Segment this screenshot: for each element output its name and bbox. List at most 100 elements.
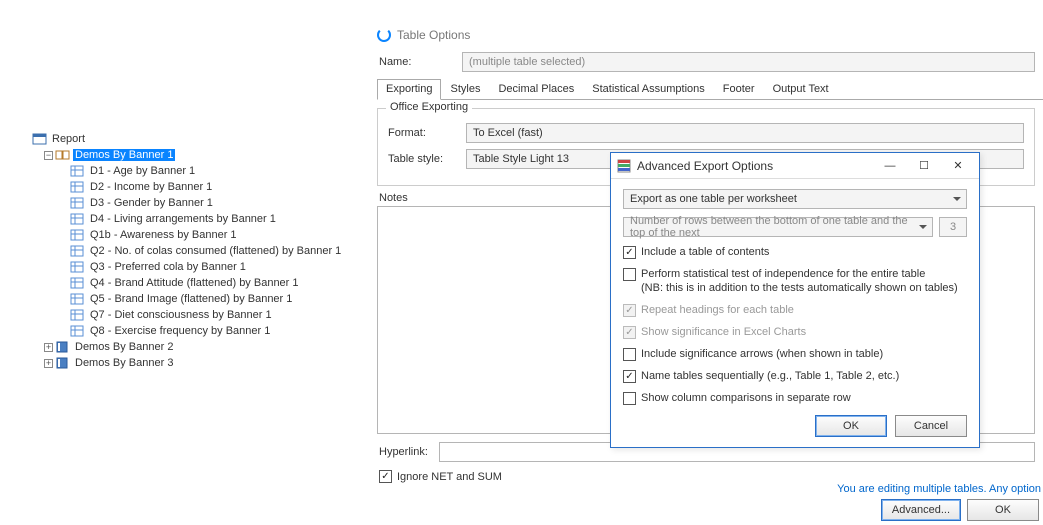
close-button[interactable]: ✕ <box>941 156 975 176</box>
loading-icon <box>377 28 391 42</box>
tree-item[interactable]: Q3 - Preferred cola by Banner 1 <box>32 259 377 275</box>
tree-node-label: Demos By Banner 3 <box>73 357 175 369</box>
book-closed-icon <box>55 340 71 354</box>
ok-button[interactable]: OK <box>967 499 1039 521</box>
tree-node-demos-2[interactable]: + Demos By Banner 2 <box>32 339 377 355</box>
pane-title: Table Options <box>397 28 470 42</box>
tab-statistical[interactable]: Statistical Assumptions <box>583 79 714 100</box>
tree-node-demos-3[interactable]: + Demos By Banner 3 <box>32 355 377 371</box>
advanced-button[interactable]: Advanced... <box>881 499 961 521</box>
tree-item-label: D4 - Living arrangements by Banner 1 <box>88 213 278 225</box>
table-icon <box>70 244 86 258</box>
repeat-headings-row: Repeat headings for each table <box>623 303 967 317</box>
rows-between-value: Number of rows between the bottom of one… <box>630 215 914 239</box>
dialog-cancel-label: Cancel <box>914 420 948 432</box>
ok-button-label: OK <box>995 504 1011 516</box>
tree-item[interactable]: D3 - Gender by Banner 1 <box>32 195 377 211</box>
include-toc-row[interactable]: Include a table of contents <box>623 245 967 259</box>
name-sequentially-checkbox[interactable] <box>623 370 636 383</box>
table-icon <box>70 324 86 338</box>
dialog-titlebar[interactable]: Advanced Export Options — ☐ ✕ <box>611 153 979 179</box>
repeat-headings-checkbox <box>623 304 636 317</box>
rows-between-combo[interactable]: Number of rows between the bottom of one… <box>623 217 933 237</box>
table-icon <box>70 260 86 274</box>
book-open-icon <box>55 148 71 162</box>
tab-exporting[interactable]: Exporting <box>377 79 441 100</box>
column-comparisons-checkbox[interactable] <box>623 392 636 405</box>
tree-node-demos-1[interactable]: − Demos By Banner 1 <box>32 147 377 163</box>
tree-item-label: Q2 - No. of colas consumed (flattened) b… <box>88 245 343 257</box>
report-tree: Report − Demos By Banner 1 D1 - Age by B… <box>0 0 377 525</box>
expander-minus-icon[interactable]: − <box>44 151 53 160</box>
name-sequentially-label: Name tables sequentially (e.g., Table 1,… <box>641 369 899 383</box>
statistical-test-checkbox[interactable] <box>623 268 636 281</box>
status-text: You are editing multiple tables. Any opt… <box>837 483 1043 495</box>
minimize-button[interactable]: — <box>873 156 907 176</box>
include-toc-checkbox[interactable] <box>623 246 636 259</box>
tab-output[interactable]: Output Text <box>764 79 838 100</box>
tree-node-label: Demos By Banner 2 <box>73 341 175 353</box>
table-icon <box>70 228 86 242</box>
tab-strip: Exporting Styles Decimal Places Statisti… <box>377 78 1043 100</box>
export-mode-combo[interactable]: Export as one table per worksheet <box>623 189 967 209</box>
name-value: (multiple table selected) <box>469 56 585 68</box>
tree-root-report[interactable]: Report <box>32 131 377 147</box>
tree-node-label: Demos By Banner 1 <box>73 149 175 161</box>
name-label: Name: <box>377 56 462 68</box>
column-comparisons-label: Show column comparisons in separate row <box>641 391 851 405</box>
table-icon <box>70 292 86 306</box>
expander-plus-icon[interactable]: + <box>44 343 53 352</box>
tree-item[interactable]: Q4 - Brand Attitude (flattened) by Banne… <box>32 275 377 291</box>
format-value: To Excel (fast) <box>473 127 543 139</box>
rows-between-number[interactable]: 3 <box>939 217 967 237</box>
advanced-button-label: Advanced... <box>892 504 950 516</box>
tab-styles[interactable]: Styles <box>441 79 489 100</box>
ignore-net-sum-label: Ignore NET and SUM <box>397 471 502 483</box>
ignore-net-sum-checkbox[interactable] <box>379 470 392 483</box>
tree-item[interactable]: Q1b - Awareness by Banner 1 <box>32 227 377 243</box>
table-style-label: Table style: <box>388 153 466 165</box>
dialog-cancel-button[interactable]: Cancel <box>895 415 967 437</box>
ignore-net-sum-row[interactable]: Ignore NET and SUM <box>379 470 1043 483</box>
rows-between-num-value: 3 <box>950 221 956 233</box>
significance-arrows-label: Include significance arrows (when shown … <box>641 347 883 361</box>
table-icon <box>70 308 86 322</box>
expander-plus-icon[interactable]: + <box>44 359 53 368</box>
tree-item[interactable]: D4 - Living arrangements by Banner 1 <box>32 211 377 227</box>
statistical-test-row[interactable]: Perform statistical test of independence… <box>623 267 967 295</box>
dialog-icon <box>617 159 631 173</box>
tab-footer[interactable]: Footer <box>714 79 764 100</box>
table-style-value: Table Style Light 13 <box>473 153 569 165</box>
maximize-button[interactable]: ☐ <box>907 156 941 176</box>
tab-decimal[interactable]: Decimal Places <box>489 79 583 100</box>
show-significance-checkbox <box>623 326 636 339</box>
advanced-export-dialog: Advanced Export Options — ☐ ✕ Export as … <box>610 152 980 448</box>
name-field[interactable]: (multiple table selected) <box>462 52 1035 72</box>
group-title: Office Exporting <box>386 101 472 113</box>
format-combo[interactable]: To Excel (fast) <box>466 123 1024 143</box>
significance-arrows-checkbox[interactable] <box>623 348 636 361</box>
tree-item[interactable]: D2 - Income by Banner 1 <box>32 179 377 195</box>
significance-arrows-row[interactable]: Include significance arrows (when shown … <box>623 347 967 361</box>
tree-item-label: Q4 - Brand Attitude (flattened) by Banne… <box>88 277 301 289</box>
tree-item-label: D2 - Income by Banner 1 <box>88 181 214 193</box>
include-toc-label: Include a table of contents <box>641 245 769 259</box>
table-icon <box>70 212 86 226</box>
tree-item-label: D1 - Age by Banner 1 <box>88 165 197 177</box>
book-closed-icon <box>55 356 71 370</box>
dialog-ok-label: OK <box>843 420 859 432</box>
tree-item-label: Q1b - Awareness by Banner 1 <box>88 229 239 241</box>
show-significance-row: Show significance in Excel Charts <box>623 325 967 339</box>
dialog-ok-button[interactable]: OK <box>815 415 887 437</box>
name-sequentially-row[interactable]: Name tables sequentially (e.g., Table 1,… <box>623 369 967 383</box>
repeat-headings-label: Repeat headings for each table <box>641 303 794 317</box>
tree-item[interactable]: Q7 - Diet consciousness by Banner 1 <box>32 307 377 323</box>
tree-item[interactable]: Q5 - Brand Image (flattened) by Banner 1 <box>32 291 377 307</box>
column-comparisons-row[interactable]: Show column comparisons in separate row <box>623 391 967 405</box>
tree-item[interactable]: Q8 - Exercise frequency by Banner 1 <box>32 323 377 339</box>
tree-item-label: Q5 - Brand Image (flattened) by Banner 1 <box>88 293 294 305</box>
table-icon <box>70 196 86 210</box>
tree-item-label: Q8 - Exercise frequency by Banner 1 <box>88 325 272 337</box>
tree-item[interactable]: Q2 - No. of colas consumed (flattened) b… <box>32 243 377 259</box>
tree-item[interactable]: D1 - Age by Banner 1 <box>32 163 377 179</box>
